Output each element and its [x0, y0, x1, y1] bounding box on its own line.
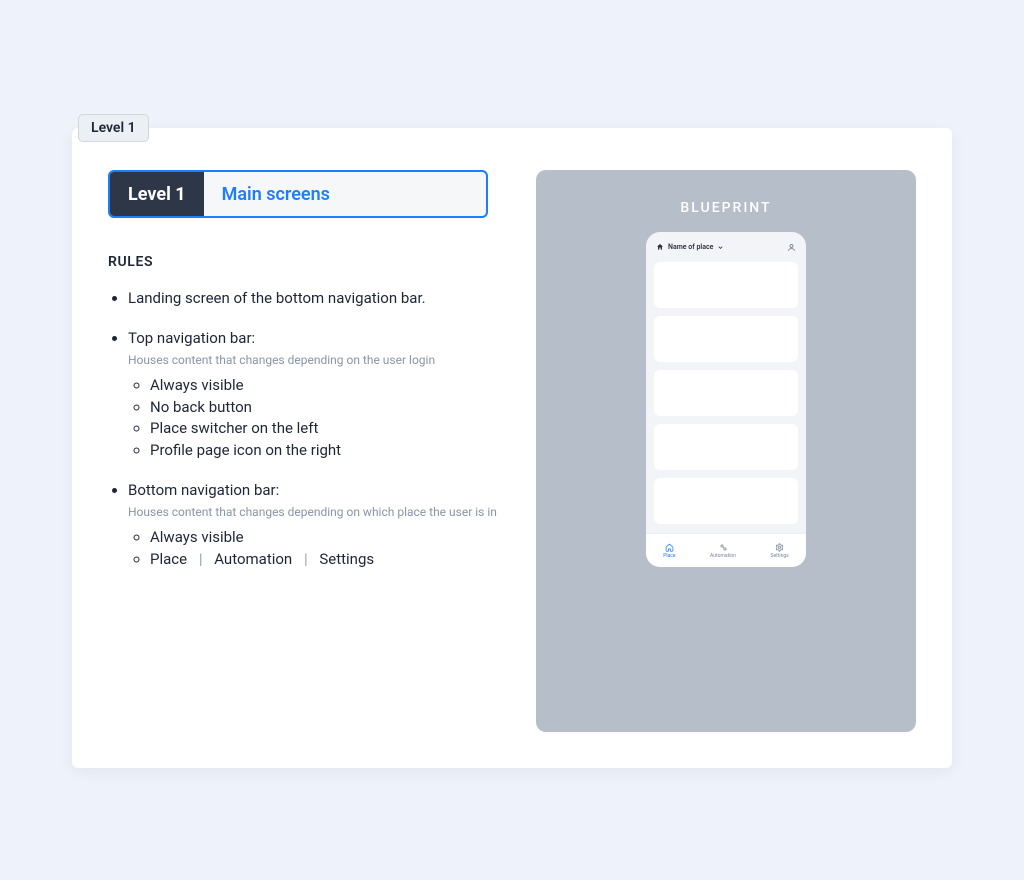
separator-icon: | [199, 549, 203, 571]
rule-top-nav-bullets: Always visible No back button Place swit… [128, 375, 508, 462]
separator-icon: | [304, 549, 308, 571]
rule-top-nav-bullet: No back button [150, 397, 508, 419]
nav-item-automation[interactable]: Automation [710, 543, 736, 559]
phone-top-bar: Name of place [646, 232, 806, 262]
tab-header: Level 1 Main screens [108, 170, 488, 218]
phone-mock: Name of place Place Automat [646, 232, 806, 567]
settings-icon [775, 543, 784, 552]
phone-bottom-nav: Place Automation Settings [646, 533, 806, 567]
level-tag: Level 1 [78, 114, 149, 142]
phone-body [646, 262, 806, 533]
chevron-down-icon [717, 244, 724, 251]
rule-bottom-nav: Bottom navigation bar: Houses content th… [128, 480, 508, 571]
nav-item-place[interactable]: Place [663, 543, 675, 559]
rule-bottom-nav-tabs: Place | Automation | Settings [150, 549, 508, 571]
rule-top-nav-bullet: Profile page icon on the right [150, 440, 508, 462]
content-card [654, 316, 798, 362]
rule-bottom-nav-tab-settings: Settings [319, 550, 374, 568]
rule-top-nav-bullet: Place switcher on the left [150, 418, 508, 440]
rule-bottom-nav-bullet: Always visible [150, 527, 508, 549]
content-card [654, 262, 798, 308]
house-icon [656, 243, 664, 251]
nav-item-settings[interactable]: Settings [770, 543, 788, 559]
tab-level[interactable]: Level 1 [110, 172, 204, 216]
document-card: Level 1 Level 1 Main screens RULES Landi… [72, 128, 952, 768]
rule-top-nav-bullet: Always visible [150, 375, 508, 397]
nav-label: Settings [770, 553, 788, 559]
rule-landing: Landing screen of the bottom navigation … [128, 288, 508, 310]
rules-list: Landing screen of the bottom navigation … [108, 288, 508, 571]
rule-bottom-nav-note: Houses content that changes depending on… [128, 504, 508, 521]
rules-column: Level 1 Main screens RULES Landing scree… [108, 170, 508, 732]
nav-label: Place [663, 553, 675, 559]
rule-top-nav-title: Top navigation bar: [128, 329, 255, 347]
home-icon [665, 543, 674, 552]
rule-bottom-nav-bullets: Always visible Place | Automation | Sett… [128, 527, 508, 571]
nav-label: Automation [710, 553, 736, 559]
place-switcher[interactable]: Name of place [656, 243, 724, 251]
blueprint-panel: BLUEPRINT Name of place [536, 170, 916, 732]
tab-main-screens[interactable]: Main screens [204, 172, 348, 216]
blueprint-title: BLUEPRINT [680, 200, 771, 216]
content-card [654, 370, 798, 416]
content-card [654, 478, 798, 524]
rule-top-nav-note: Houses content that changes depending on… [128, 352, 508, 369]
rule-bottom-nav-title: Bottom navigation bar: [128, 481, 279, 499]
automation-icon [719, 543, 728, 552]
rule-bottom-nav-tab-place: Place [150, 550, 187, 568]
rule-top-nav: Top navigation bar: Houses content that … [128, 328, 508, 462]
rule-bottom-nav-tab-automation: Automation [214, 550, 292, 568]
place-name-label: Name of place [668, 243, 713, 251]
profile-icon[interactable] [787, 243, 796, 252]
content-card [654, 424, 798, 470]
rules-heading: RULES [108, 254, 508, 270]
